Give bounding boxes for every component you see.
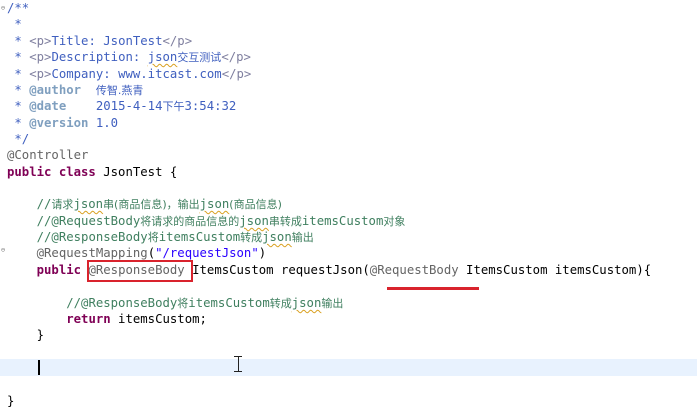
folding-ruler xyxy=(0,0,6,415)
code-line: * @author 传智.燕青 xyxy=(7,83,144,97)
code-line: public class JsonTest { xyxy=(7,165,178,179)
code-line: * <p>Company: www.itcast.com</p> xyxy=(7,67,252,81)
code-line: } xyxy=(7,394,15,408)
text-caret xyxy=(38,360,40,375)
code-line: //@RequestBody将请求的商品信息的json串转成itemsCusto… xyxy=(36,214,406,228)
code-line: @RequestMapping("/requestJson") xyxy=(36,246,267,260)
code-line: } xyxy=(36,328,45,342)
code-line: //@ResponseBody将itemsCustom转成json输出 xyxy=(66,296,344,310)
code-line: @Controller xyxy=(7,148,89,162)
fold-toggle-icon[interactable]: ⊖ xyxy=(0,5,6,12)
current-line-highlight xyxy=(0,359,697,376)
code-line: * <p>Description: json交互测试</p> xyxy=(7,50,251,64)
response-body-highlight-box xyxy=(87,260,193,282)
code-line: return itemsCustom; xyxy=(66,312,207,326)
code-line: * @version 1.0 xyxy=(7,116,119,130)
code-line: * @date 2015-4-14下午3:54:32 xyxy=(7,99,237,113)
code-line: * xyxy=(7,17,22,31)
code-line: //请求json串(商品信息)，输出json(商品信息) xyxy=(36,197,282,211)
code-line: /** xyxy=(7,1,30,15)
code-line: //@ResponseBody将itemsCustom转成json输出 xyxy=(36,230,314,244)
code-line: */ xyxy=(7,132,30,146)
code-line: * <p>Title: JsonTest</p> xyxy=(7,34,193,48)
ibeam-cursor-icon xyxy=(234,356,242,372)
code-editor[interactable]: ⊖ ⊖ /** * * <p>Title: JsonTest</p> * <p>… xyxy=(0,0,697,415)
request-body-highlight-underline xyxy=(387,287,479,290)
fold-toggle-icon[interactable]: ⊖ xyxy=(0,247,6,254)
